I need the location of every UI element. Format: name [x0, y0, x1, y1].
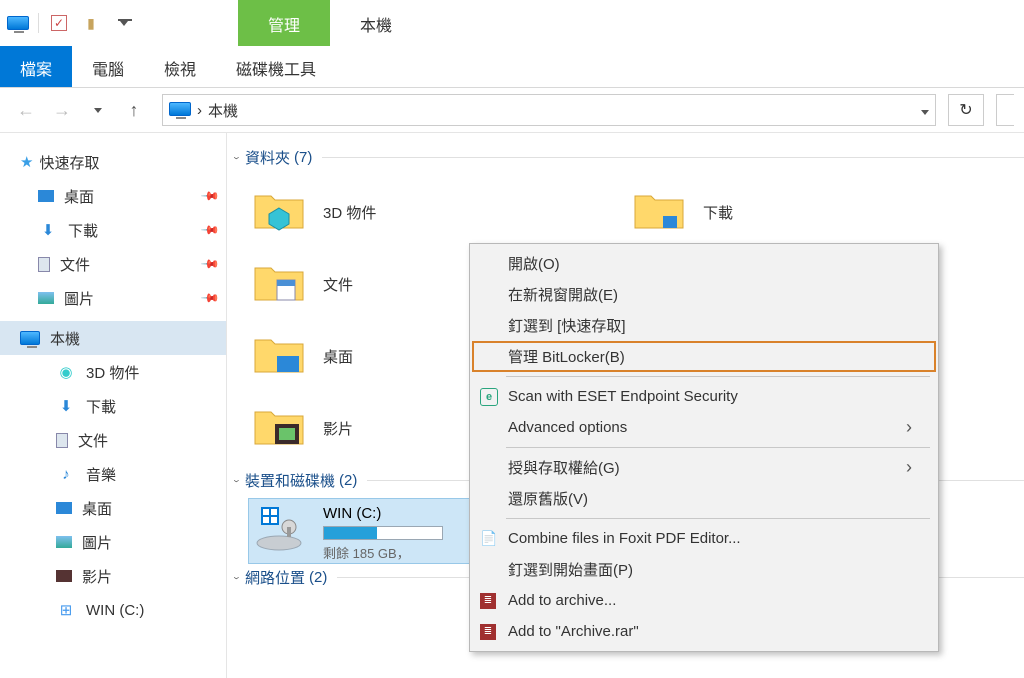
chevron-right-icon: › — [906, 457, 912, 478]
sidebar-documents[interactable]: 文件📌 — [0, 247, 226, 281]
sidebar-desktop[interactable]: 桌面📌 — [0, 179, 226, 213]
address-bar[interactable]: › 本機 — [162, 94, 936, 126]
sidebar-videos[interactable]: 影片 — [0, 559, 226, 593]
ctx-eset-scan[interactable]: eScan with ESET Endpoint Security — [472, 381, 936, 412]
search-box[interactable] — [996, 94, 1014, 126]
drive-capacity-bar — [323, 526, 443, 540]
window-title: 本機 — [330, 0, 422, 46]
qat-customize-icon[interactable] — [111, 15, 135, 31]
chevron-down-icon: › — [230, 576, 244, 579]
ctx-pin-start[interactable]: 釘選到開始畫面(P) — [472, 554, 936, 585]
folder-icon — [253, 404, 309, 452]
sidebar-downloads2[interactable]: ⬇下載 — [0, 389, 226, 423]
back-button[interactable]: ← — [10, 94, 42, 126]
contextual-tab-manage[interactable]: 管理 — [238, 0, 330, 46]
refresh-button[interactable]: ↻ — [948, 94, 984, 126]
title-bar: ✓ ▮ 管理 本機 — [0, 0, 1024, 46]
sidebar-pictures2[interactable]: 圖片 — [0, 525, 226, 559]
pin-icon: 📌 — [200, 254, 220, 274]
address-dropdown-icon[interactable] — [921, 102, 929, 118]
location-icon — [169, 102, 193, 118]
up-button[interactable]: ↑ — [118, 94, 150, 126]
ctx-open[interactable]: 開啟(O) — [472, 248, 936, 279]
pin-icon: 📌 — [200, 220, 220, 240]
winrar-icon: ≣ — [480, 624, 496, 640]
sidebar-drive-c[interactable]: ⊞WIN (C:) — [0, 593, 226, 627]
sidebar-downloads[interactable]: ⬇下載📌 — [0, 213, 226, 247]
folder-icon — [253, 332, 309, 380]
desktop-icon — [38, 190, 54, 202]
breadcrumb-location[interactable]: 本機 — [208, 100, 238, 121]
group-header-folders[interactable]: › 資料夾 (7) — [231, 145, 1024, 176]
pin-icon: 📌 — [200, 288, 220, 308]
folder-downloads[interactable]: 下載 — [629, 176, 1009, 248]
document-icon — [38, 257, 50, 272]
context-menu: 開啟(O) 在新視窗開啟(E) 釘選到 [快速存取] 管理 BitLocker(… — [469, 243, 939, 652]
breadcrumb-sep: › — [197, 102, 202, 119]
chevron-right-icon: › — [906, 417, 912, 438]
folder-icon — [633, 188, 689, 236]
drive-label: WIN (C:) — [323, 505, 443, 522]
chevron-down-icon: › — [230, 156, 244, 159]
ribbon-tab-computer[interactable]: 電腦 — [72, 46, 144, 87]
folder-3dobjects[interactable]: 3D 物件 — [249, 176, 629, 248]
star-icon: ★ — [20, 153, 33, 171]
navigation-bar: ← → ↑ › 本機 ↻ — [0, 88, 1024, 132]
sidebar-thispc[interactable]: 本機 — [0, 321, 226, 355]
ctx-foxit-combine[interactable]: 📄Combine files in Foxit PDF Editor... — [472, 523, 936, 554]
ctx-add-to-rar[interactable]: ≣Add to "Archive.rar" — [472, 616, 936, 647]
video-icon — [56, 570, 72, 582]
ctx-restore-previous[interactable]: 還原舊版(V) — [472, 483, 936, 514]
drive-freespace: 剩餘 185 GB， — [323, 543, 443, 562]
qat-properties-icon[interactable]: ✓ — [47, 15, 71, 31]
chevron-down-icon: › — [230, 479, 244, 482]
sidebar-quickaccess[interactable]: ★ 快速存取 — [0, 145, 226, 179]
pin-icon: 📌 — [200, 186, 220, 206]
desktop-icon — [56, 502, 72, 514]
ribbon-tab-view[interactable]: 檢視 — [144, 46, 216, 87]
document-icon — [56, 433, 68, 448]
drive-icon — [255, 505, 311, 553]
window-icon — [6, 15, 30, 31]
ctx-open-new-window[interactable]: 在新視窗開啟(E) — [472, 279, 936, 310]
forward-button[interactable]: → — [46, 94, 78, 126]
folder-icon — [253, 188, 309, 236]
eset-icon: e — [480, 388, 498, 406]
ctx-pin-quickaccess[interactable]: 釘選到 [快速存取] — [472, 310, 936, 341]
folder-icon — [253, 260, 309, 308]
sidebar-music[interactable]: ♪音樂 — [0, 457, 226, 491]
foxit-icon: 📄 — [480, 530, 498, 548]
ctx-manage-bitlocker[interactable]: 管理 BitLocker(B) — [472, 341, 936, 372]
sidebar-pictures[interactable]: 圖片📌 — [0, 281, 226, 315]
picture-icon — [56, 536, 72, 548]
sidebar-documents2[interactable]: 文件 — [0, 423, 226, 457]
sidebar-desktop2[interactable]: 桌面 — [0, 491, 226, 525]
download-icon: ⬇ — [56, 398, 76, 414]
ribbon: 檔案 電腦 檢視 磁碟機工具 — [0, 46, 1024, 88]
picture-icon — [38, 292, 54, 304]
ctx-add-archive[interactable]: ≣Add to archive... — [472, 585, 936, 616]
music-icon: ♪ — [56, 466, 76, 482]
ribbon-tab-drivetools[interactable]: 磁碟機工具 — [216, 46, 336, 87]
pc-icon — [20, 330, 40, 346]
sidebar-3dobjects[interactable]: ◉3D 物件 — [0, 355, 226, 389]
ctx-separator — [506, 447, 930, 448]
ctx-advanced-options[interactable]: Advanced options› — [472, 412, 936, 443]
ribbon-tab-file[interactable]: 檔案 — [0, 46, 72, 87]
download-icon: ⬇ — [38, 222, 58, 238]
ctx-separator — [506, 518, 930, 519]
drive-icon: ⊞ — [56, 602, 76, 618]
navigation-pane: ★ 快速存取 桌面📌 ⬇下載📌 文件📌 圖片📌 本機 ◉3D 物件 ⬇下載 文件… — [0, 133, 226, 678]
qat-newfolder-icon[interactable]: ▮ — [79, 15, 103, 31]
ctx-grant-access[interactable]: 授與存取權給(G)› — [472, 452, 936, 483]
ctx-separator — [506, 376, 930, 377]
cube-icon: ◉ — [56, 364, 76, 380]
drive-c[interactable]: WIN (C:) 剩餘 185 GB， — [249, 499, 469, 563]
recent-locations-button[interactable] — [82, 94, 114, 126]
winrar-icon: ≣ — [480, 593, 496, 609]
